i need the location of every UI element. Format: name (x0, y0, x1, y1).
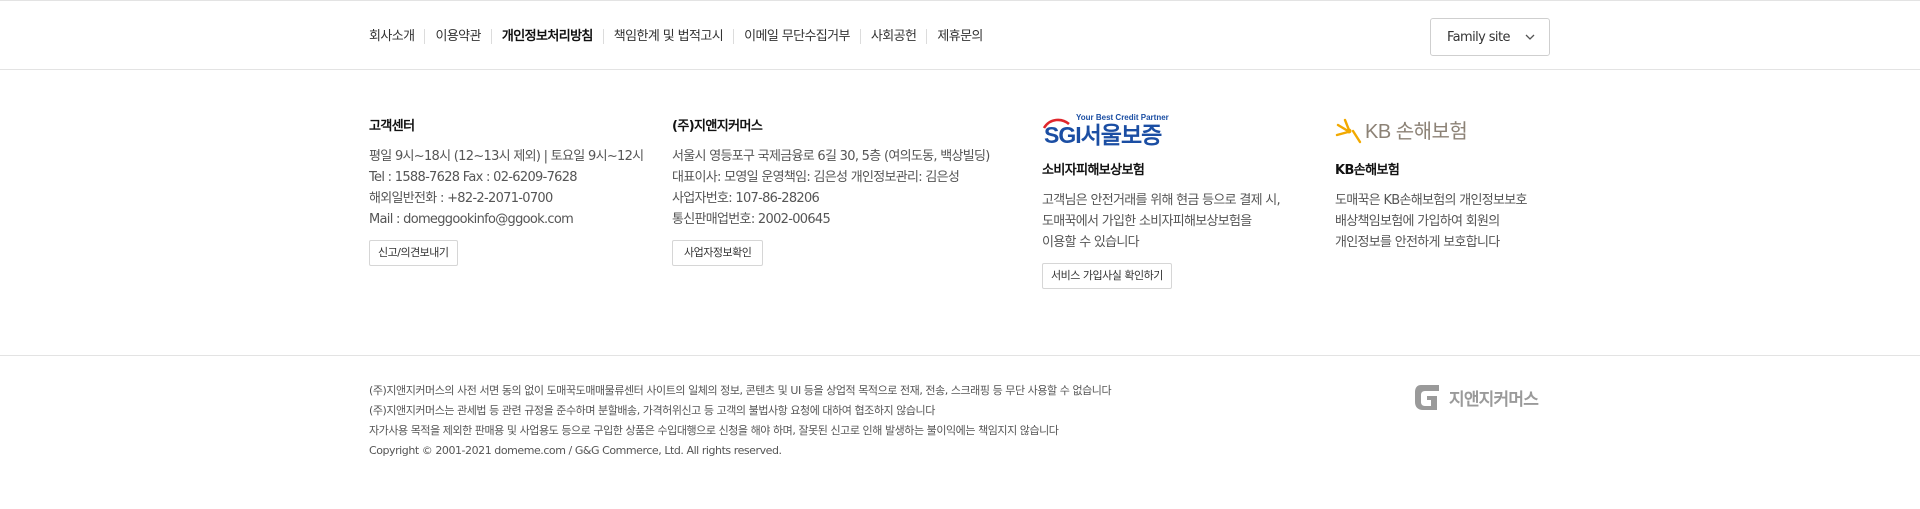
legal-line-3: 자가사용 목적을 제외한 판매용 및 사업용도 등으로 구입한 상품은 수입대행… (369, 424, 1059, 437)
footer-nav-links: 회사소개 이용약관 개인정보처리방침 책임한계 및 법적고시 이메일 무단수집거… (369, 1, 993, 71)
sgi-desc-1: 고객님은 안전거래를 위해 현금 등으로 결제 시, (1042, 193, 1281, 208)
nav-link-legal-notice[interactable]: 책임한계 및 법적고시 (602, 28, 733, 44)
business-info-button[interactable]: 사업자정보확인 (672, 240, 764, 266)
sgi-title: 소비자피해보상보험 (1042, 163, 1145, 178)
nav-link-social-contribution[interactable]: 사회공헌 (859, 28, 926, 44)
sgi-desc-3: 이용할 수 있습니다 (1042, 235, 1140, 250)
sgi-logo-text: SGI서울보증 (1044, 122, 1162, 146)
sgi-logo-mark: Your Best Credit Partner SGI서울보증 (1042, 113, 1169, 146)
footer-divider (0, 355, 1920, 356)
company-info-section: (주)지앤지커머스 서울시 영등포구 국제금융로 6길 30, 5층 (여의도동… (672, 118, 990, 266)
chevron-down-icon (1525, 34, 1535, 40)
kb-desc-3: 개인정보를 안전하게 보호합니다 (1335, 235, 1500, 250)
gg-logo-text: 지앤지커머스 (1449, 389, 1539, 410)
kb-insurance-section: KB 손해보험 KB손해보험 도매꾹은 KB손해보험의 개인정보보호 배상책임보… (1335, 116, 1528, 253)
customer-center-intl-phone: 해외일반전화 : +82-2-2071-0700 (369, 191, 553, 206)
sgi-logo-tagline: Your Best Credit Partner (1076, 113, 1169, 122)
nav-link-company-intro[interactable]: 회사소개 (369, 29, 424, 44)
company-address: 서울시 영등포구 국제금융로 6길 30, 5층 (여의도동, 백상빌딩) (672, 149, 990, 164)
customer-center-hours: 평일 9시~18시 (12~13시 제외) | 토요일 9시~12시 (369, 149, 644, 164)
gg-commerce-logo: 지앤지커머스 (1413, 382, 1539, 412)
mail-order-number: 통신판매업번호: 2002-00645 (672, 212, 831, 227)
customer-center-mail: Mail : domeggookinfo@ggook.com (369, 212, 574, 227)
kb-logo-text: KB 손해보험 (1365, 120, 1467, 143)
family-site-select[interactable]: Family site (1430, 18, 1550, 56)
nav-link-privacy-policy[interactable]: 개인정보처리방침 (490, 28, 603, 44)
kb-desc-2: 배상책임보험에 가입하여 회원의 (1335, 214, 1500, 229)
kb-logo: KB 손해보험 (1335, 116, 1527, 146)
legal-line-2: (주)지앤지커머스는 관세법 등 관련 규정을 준수하며 분할배송, 가격허위신… (369, 404, 935, 417)
customer-center-phone: Tel : 1588-7628 Fax : 02-6209-7628 (369, 170, 578, 185)
gg-logo-icon (1415, 385, 1439, 410)
legal-line-1: (주)지앤지커머스의 사전 서면 동의 없이 도매꾹도매매물류센터 사이트의 일… (369, 384, 1112, 397)
service-confirm-button[interactable]: 서비스 가입사실 확인하기 (1042, 263, 1172, 289)
sgi-logo: Your Best Credit Partner SGI서울보증 (1042, 113, 1280, 146)
company-representatives: 대표이사: 모영일 운영책임: 김은성 개인정보관리: 김은성 (672, 170, 960, 185)
report-feedback-button[interactable]: 신고/의견보내기 (369, 240, 458, 266)
kb-logo-mark: KB 손해보험 (1335, 118, 1468, 144)
nav-link-terms[interactable]: 이용약관 (424, 28, 490, 44)
top-navigation-bar: 회사소개 이용약관 개인정보처리방침 책임한계 및 법적고시 이메일 무단수집거… (0, 0, 1920, 70)
customer-center-title: 고객센터 (369, 119, 415, 134)
copyright: Copyright © 2001-2021 domeme.com / G&G C… (369, 444, 782, 457)
business-number: 사업자번호: 107-86-28206 (672, 191, 820, 206)
company-title: (주)지앤지커머스 (672, 119, 763, 134)
customer-center-section: 고객센터 평일 9시~18시 (12~13시 제외) | 토요일 9시~12시 … (369, 118, 644, 266)
nav-link-partnership[interactable]: 제휴문의 (926, 28, 992, 44)
kb-desc-1: 도매꾹은 KB손해보험의 개인정보보호 (1335, 193, 1528, 208)
sgi-insurance-section: Your Best Credit Partner SGI서울보증 소비자피해보상… (1042, 113, 1281, 289)
family-site-label: Family site (1447, 29, 1510, 45)
nav-link-email-refusal[interactable]: 이메일 무단수집거부 (733, 28, 860, 44)
sgi-desc-2: 도매꾹에서 가입한 소비자피해보상보험을 (1042, 214, 1252, 229)
kb-title: KB손해보험 (1335, 163, 1400, 178)
legal-notice: (주)지앤지커머스의 사전 서면 동의 없이 도매꾹도매매물류센터 사이트의 일… (369, 381, 1112, 461)
